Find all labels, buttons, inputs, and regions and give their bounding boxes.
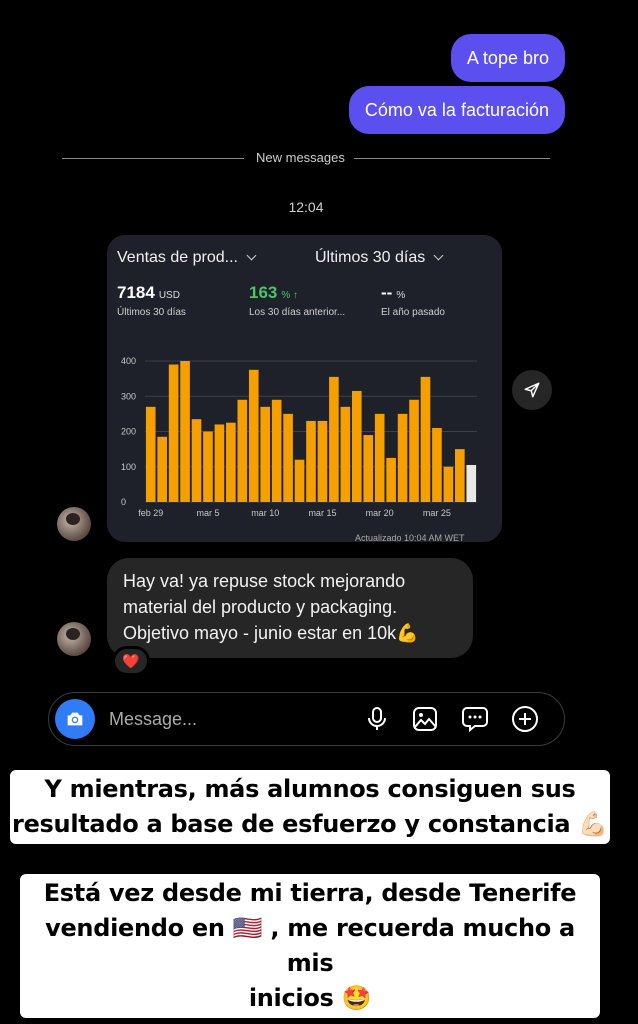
x-tick-label: mar 10 [251, 508, 279, 518]
bar [283, 413, 293, 502]
caption-line: Y mientras, más alumnos consiguen sus [44, 775, 576, 803]
bar [340, 406, 351, 502]
camera-icon [67, 712, 83, 726]
period-dropdown[interactable]: Últimos 30 días [315, 249, 444, 267]
bar [386, 457, 396, 502]
divider-label: New messages [256, 150, 345, 165]
bar [214, 424, 225, 502]
story-caption-2: Está vez desde mi tierra, desde Tenerife… [20, 874, 600, 1018]
add-button[interactable] [511, 705, 539, 733]
message-timestamp: 12:04 [288, 199, 324, 215]
paper-plane-icon [524, 382, 540, 398]
bar [432, 427, 442, 502]
stat-change-year: --% El año pasado [381, 283, 445, 318]
chat-bubble-icon [462, 707, 488, 732]
y-tick-label: 100 [121, 462, 136, 472]
shared-sales-chart-card[interactable]: Ventas de prod... Últimos 30 días 7184 US… [107, 235, 502, 542]
plus-circle-icon [512, 706, 538, 732]
image-icon [413, 707, 437, 731]
bar [237, 399, 248, 502]
bar [203, 431, 213, 502]
heart-reaction[interactable]: ❤️ [112, 646, 150, 676]
bar [157, 436, 167, 502]
camera-button[interactable] [55, 699, 95, 739]
bar [191, 419, 202, 502]
gallery-button[interactable] [411, 705, 439, 733]
bar [271, 399, 282, 502]
caption-line: inicios 🤩 [248, 984, 372, 1012]
y-tick-label: 400 [121, 356, 136, 366]
y-tick-label: 300 [121, 391, 136, 401]
message-line: Hay va! ya repuse stock mejorando [123, 571, 406, 591]
bar [397, 413, 408, 502]
caption-line: Está vez desde mi tierra, desde Tenerife [43, 879, 577, 907]
bar [443, 466, 454, 502]
avatar[interactable] [57, 622, 91, 656]
message-line: Objetivo mayo - junio estar en 10k💪 [123, 623, 419, 643]
x-tick-label: mar 20 [366, 508, 394, 518]
caption-line: vendiendo en 🇺🇸 , me recuerda mucho a mi… [45, 914, 575, 977]
bar [168, 364, 179, 502]
chevron-down-icon [246, 250, 257, 261]
avatar[interactable] [57, 507, 91, 541]
x-tick-label: feb 29 [138, 508, 163, 518]
bar [455, 449, 465, 502]
message-line: material del producto y packaging. [123, 597, 398, 617]
sales-bar-chart: 0 100 200 300 400 feb 29 mar 5 mar 10 mar 15 mar … [121, 356, 477, 542]
x-tick-label: mar 15 [308, 508, 336, 518]
y-tick-label: 0 [121, 497, 126, 507]
incoming-message[interactable]: Hay va! ya repuse stock mejorando materi… [107, 558, 473, 658]
stat-change-previous: 163% ↑ Los 30 días anterior... [249, 283, 346, 318]
bar [466, 464, 477, 502]
x-tick-label: mar 25 [423, 508, 451, 518]
bar [294, 459, 305, 502]
chevron-down-icon [433, 250, 444, 261]
microphone-icon [368, 707, 386, 730]
bar [248, 369, 259, 502]
message-input[interactable]: Message... [109, 709, 197, 730]
product-dropdown[interactable]: Ventas de prod... [117, 249, 257, 267]
story-caption-1: Y mientras, más alumnos consiguen sus re… [10, 770, 610, 844]
outgoing-message-1[interactable]: A tope bro [450, 34, 565, 82]
sticker-button[interactable] [461, 705, 489, 733]
bar [374, 413, 385, 502]
outgoing-message-2[interactable]: Cómo va la facturación [348, 86, 565, 134]
x-tick-label: mar 5 [196, 508, 219, 518]
updated-label: Actualizado 10:04 AM WET [355, 533, 465, 542]
bar [409, 399, 419, 502]
stat-sales: 7184 USD Últimos 30 días [117, 283, 186, 318]
new-messages-divider: New messages [62, 150, 550, 168]
bar [260, 406, 271, 502]
bar [145, 406, 156, 502]
bar [363, 435, 374, 502]
message-composer[interactable]: Message... [48, 692, 565, 746]
y-tick-label: 200 [121, 427, 136, 437]
bar [317, 420, 328, 502]
caption-line: resultado a base de esfuerzo y constanci… [12, 810, 608, 838]
bar [351, 390, 362, 502]
microphone-button[interactable] [363, 705, 391, 733]
bar [306, 420, 316, 502]
share-button[interactable] [512, 370, 552, 410]
bar [420, 376, 431, 502]
bar [180, 361, 190, 502]
bar [329, 376, 339, 502]
bar [226, 422, 236, 502]
